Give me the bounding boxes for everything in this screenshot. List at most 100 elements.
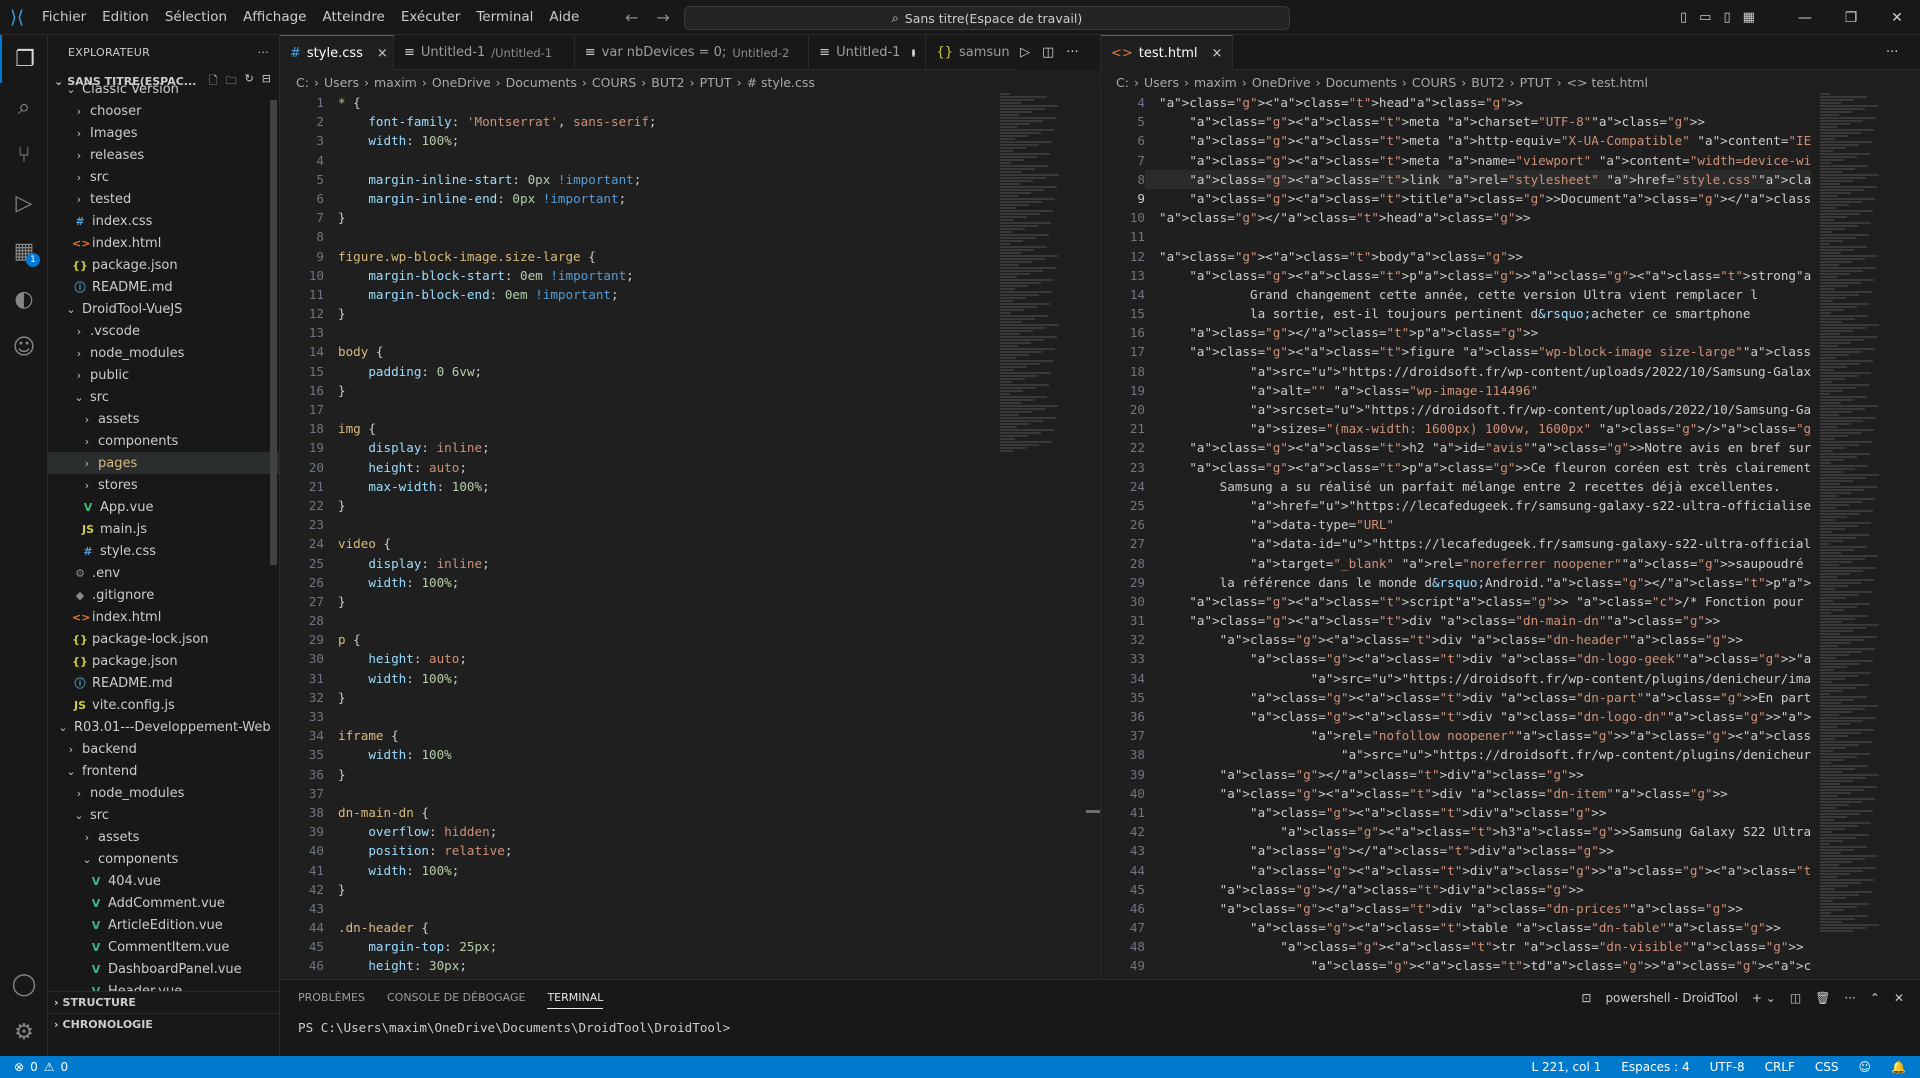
tree-item[interactable]: V AddComment.vue <box>48 892 279 914</box>
terminal-output[interactable]: PS C:\Users\maxim\OneDrive\Documents\Dro… <box>298 1020 730 1035</box>
breadcrumb-item[interactable]: C: <box>296 75 309 90</box>
breadcrumb-item[interactable]: C: <box>1116 75 1129 90</box>
breadcrumb-item[interactable]: OneDrive <box>1252 75 1311 90</box>
breadcrumb-item[interactable]: PTUT <box>700 75 732 90</box>
menu-item-atteindre[interactable]: Atteindre <box>314 0 392 35</box>
edge-icon[interactable]: ◐ <box>0 275 48 323</box>
kill-terminal-icon[interactable]: 🗑 <box>1815 991 1830 1005</box>
more-actions-icon[interactable]: ··· <box>1844 991 1855 1005</box>
tree-item[interactable]: <> index.html <box>48 232 279 254</box>
encoding[interactable]: UTF-8 <box>1710 1060 1745 1074</box>
terminal-name[interactable]: powershell - DroidTool <box>1605 991 1737 1005</box>
split-editor-icon[interactable]: ◫ <box>1042 45 1054 60</box>
tree-item[interactable]: › assets <box>48 408 279 430</box>
customize-layout-icon[interactable]: ▦ <box>1743 10 1755 25</box>
editor-tab[interactable]: ≡ Untitled-1 <box>809 35 927 70</box>
editor-tab[interactable]: ≡ Untitled-1/Untitled-1 <box>394 35 575 70</box>
breadcrumb-item[interactable]: PTUT <box>1520 75 1552 90</box>
more-actions-icon[interactable]: ··· <box>1066 45 1078 60</box>
html-editor[interactable]: 4 "a">class="g"><"a">class="t">head"a">cl… <box>1101 93 1811 979</box>
breadcrumb-item[interactable]: maxim <box>374 75 417 90</box>
tree-item[interactable]: › releases <box>48 144 279 166</box>
editor-tab[interactable]: <> test.html × <box>1101 35 1234 70</box>
end-of-line[interactable]: CRLF <box>1765 1060 1795 1074</box>
timeline-section[interactable]: › CHRONOLOGIE <box>48 1013 279 1035</box>
tree-item[interactable]: {} package.json <box>48 650 279 672</box>
copilot-icon[interactable]: ☺ <box>0 323 48 371</box>
close-tab-icon[interactable]: × <box>377 46 388 61</box>
tree-item[interactable]: › src <box>48 166 279 188</box>
unsaved-dot-icon[interactable] <box>912 48 916 57</box>
more-actions-icon[interactable]: ··· <box>1886 45 1898 60</box>
breadcrumb-item[interactable]: # style.css <box>747 75 815 90</box>
tree-item[interactable]: V DashboardPanel.vue <box>48 958 279 980</box>
run-debug-icon[interactable]: ▷ <box>0 179 48 227</box>
tree-item[interactable]: › node_modules <box>48 342 279 364</box>
tree-item[interactable]: V ArticleEdition.vue <box>48 914 279 936</box>
tree-item[interactable]: # style.css <box>48 540 279 562</box>
tree-item[interactable]: › backend <box>48 738 279 760</box>
tree-item[interactable]: ⌄ R03.01---Developpement-Web <box>48 716 279 738</box>
editor-tab[interactable]: {} samsun <box>926 35 1017 70</box>
menu-item-terminal[interactable]: Terminal <box>468 0 541 35</box>
breadcrumb-item[interactable]: <> test.html <box>1567 75 1648 90</box>
left-minimap[interactable] <box>1000 93 1066 543</box>
tree-item[interactable]: › pages <box>48 452 279 474</box>
editor-tab[interactable]: ≡ var nbDevices = 0; Untitled-2 <box>575 35 810 70</box>
forward-arrow-icon[interactable]: → <box>656 8 669 27</box>
close-panel-icon[interactable]: ✕ <box>1894 991 1904 1005</box>
tree-item[interactable]: ⌄ src <box>48 804 279 826</box>
explorer-icon[interactable]: ❐ <box>0 35 48 83</box>
tree-item[interactable]: JS vite.config.js <box>48 694 279 716</box>
language-mode[interactable]: CSS <box>1815 1060 1839 1074</box>
problems-indicator[interactable]: ⊗ 0 ⚠ 0 <box>0 1060 68 1074</box>
tree-item[interactable]: ⌄ components <box>48 848 279 870</box>
tree-item[interactable]: › node_modules <box>48 782 279 804</box>
restore-icon[interactable]: ❐ <box>1828 10 1874 26</box>
tree-item[interactable]: JS main.js <box>48 518 279 540</box>
tree-item[interactable]: V App.vue <box>48 496 279 518</box>
panel-tab-0[interactable]: PROBLÈMES <box>298 991 365 1004</box>
command-center[interactable]: ⌕ Sans titre(Espace de travail) <box>684 6 1290 30</box>
menu-item-affichage[interactable]: Affichage <box>235 0 314 35</box>
tree-item[interactable]: ⌄ DroidTool-VueJS <box>48 298 279 320</box>
tree-item[interactable]: › stores <box>48 474 279 496</box>
search-icon[interactable]: ⌕ <box>0 83 48 131</box>
breadcrumb-item[interactable]: Users <box>1144 75 1179 90</box>
breadcrumb-item[interactable]: Documents <box>506 75 577 90</box>
account-icon[interactable]: ◯ <box>0 960 48 1008</box>
tree-item[interactable]: ◆ .gitignore <box>48 584 279 606</box>
tree-item[interactable]: ⓘ README.md <box>48 672 279 694</box>
source-control-icon[interactable]: ⑂ <box>0 131 48 179</box>
extensions-icon[interactable]: ▦ 1 <box>0 227 48 275</box>
close-window-icon[interactable]: ✕ <box>1874 10 1920 26</box>
toggle-sidebar-icon[interactable]: ▯ <box>1680 10 1687 25</box>
breadcrumb-item[interactable]: COURS <box>1412 75 1456 90</box>
breadcrumb-item[interactable]: OneDrive <box>432 75 491 90</box>
close-tab-icon[interactable]: × <box>1212 46 1223 61</box>
tree-item[interactable]: ⌄ frontend <box>48 760 279 782</box>
maximize-panel-icon[interactable]: ⌃ <box>1870 991 1880 1005</box>
more-actions-icon[interactable]: ··· <box>258 46 269 59</box>
structure-section[interactable]: › STRUCTURE <box>48 991 279 1013</box>
breadcrumb-item[interactable]: maxim <box>1194 75 1237 90</box>
menu-item-aide[interactable]: Aide <box>541 0 587 35</box>
breadcrumb-item[interactable]: Documents <box>1326 75 1397 90</box>
tree-item[interactable]: › components <box>48 430 279 452</box>
back-arrow-icon[interactable]: ← <box>625 8 638 27</box>
breadcrumb-item[interactable]: Users <box>324 75 359 90</box>
tree-item[interactable]: ⓘ README.md <box>48 276 279 298</box>
menu-item-sélection[interactable]: Sélection <box>157 0 235 35</box>
tree-item[interactable]: {} package-lock.json <box>48 628 279 650</box>
notifications-bell-icon[interactable]: 🔔 <box>1891 1060 1906 1074</box>
tree-item[interactable]: › Images <box>48 122 279 144</box>
toggle-panel-icon[interactable]: ▭ <box>1699 10 1711 25</box>
menu-item-exécuter[interactable]: Exécuter <box>393 0 469 35</box>
css-editor[interactable]: 1 * {2 font-family: 'Montserrat', sans-se… <box>280 93 998 979</box>
tree-item[interactable]: › tested <box>48 188 279 210</box>
tree-item[interactable]: V CommentItem.vue <box>48 936 279 958</box>
right-minimap[interactable] <box>1820 93 1886 973</box>
new-terminal-icon[interactable]: + ⌄ <box>1752 991 1776 1005</box>
tree-item[interactable]: V 404.vue <box>48 870 279 892</box>
toggle-secondary-sidebar-icon[interactable]: ▯ <box>1723 10 1730 25</box>
